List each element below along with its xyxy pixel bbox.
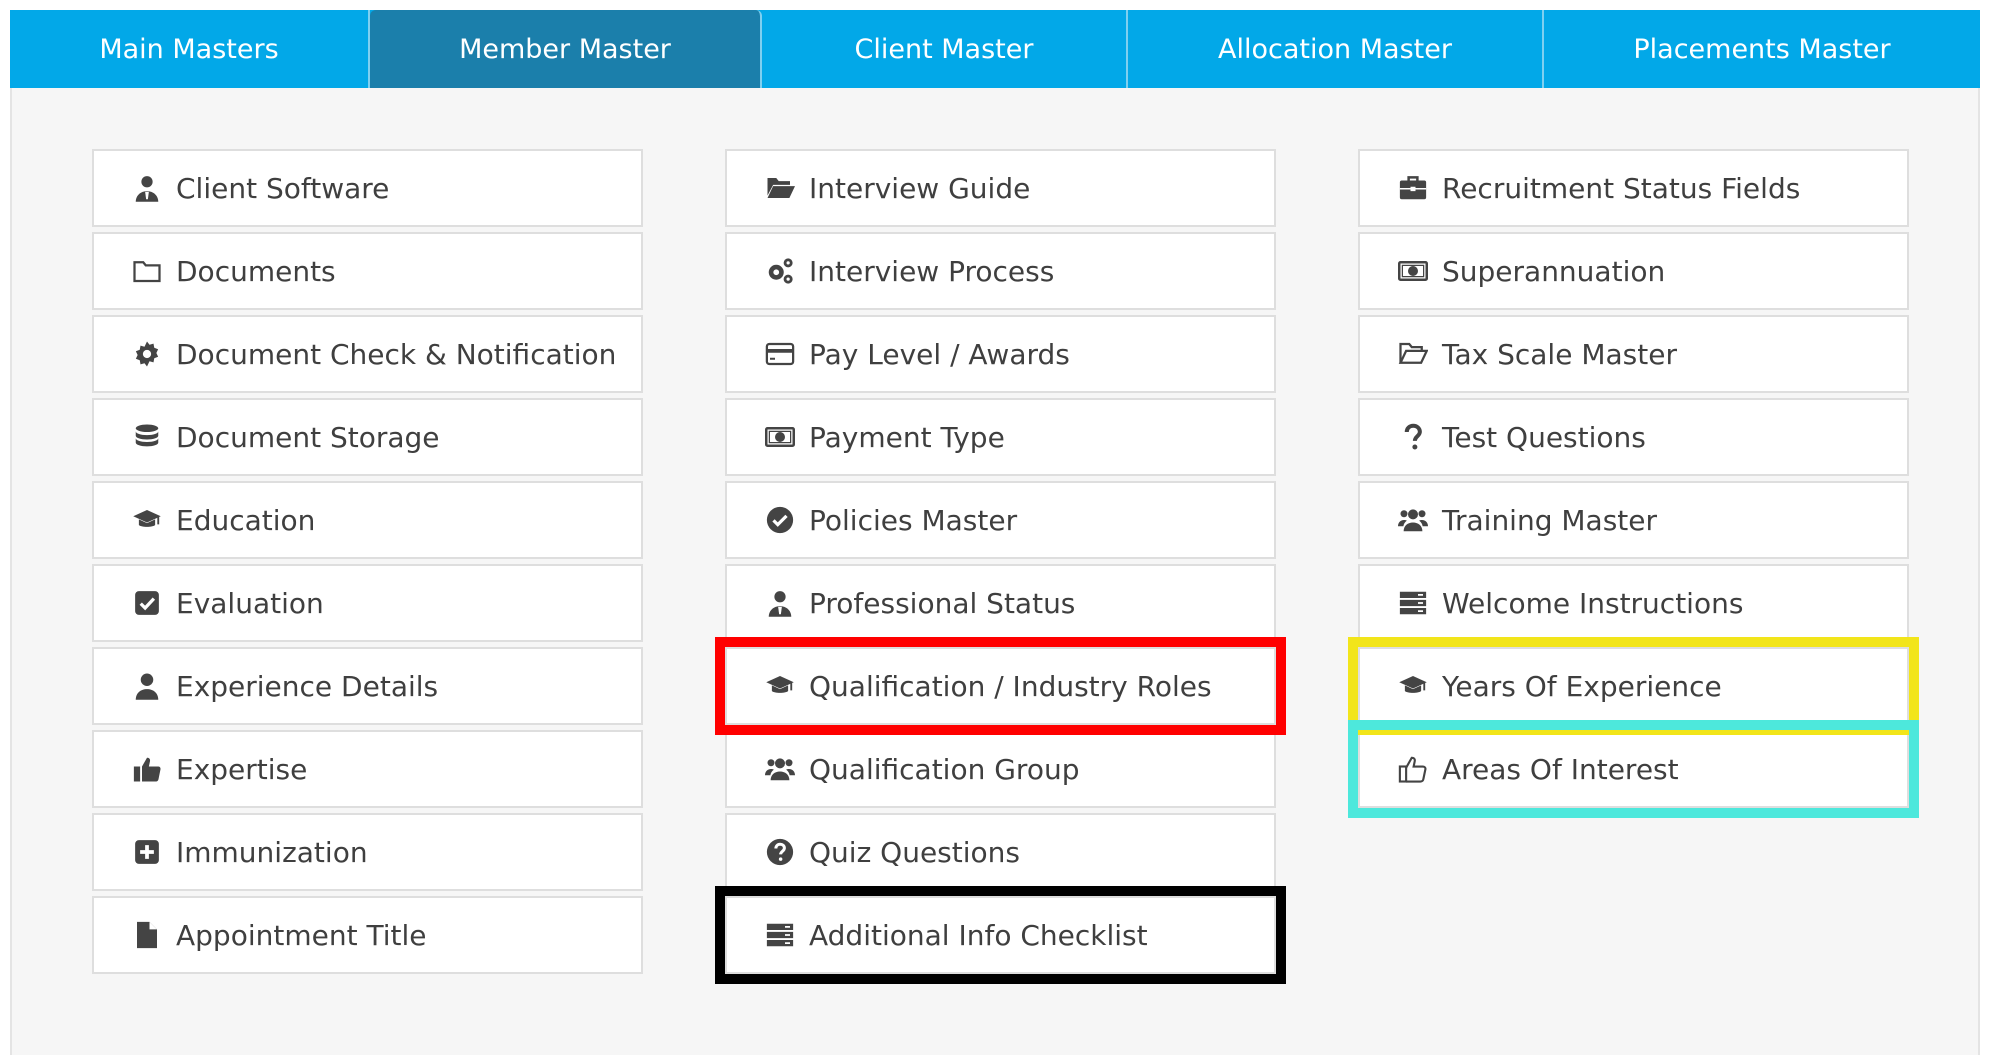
- server-icon: [1398, 588, 1428, 618]
- file-icon: [132, 920, 162, 950]
- menu-item-policies-master[interactable]: Policies Master: [725, 481, 1276, 559]
- menu-item-label: Policies Master: [809, 503, 1018, 537]
- menu-item-qualification-industry-roles[interactable]: Qualification / Industry Roles: [725, 647, 1276, 725]
- menu-item-qualification-group[interactable]: Qualification Group: [725, 730, 1276, 808]
- member-master-panel: Client Software Documents Document Check &…: [10, 88, 1980, 1055]
- menu-item-label: Test Questions: [1442, 420, 1646, 454]
- menu-item-label: Document Storage: [176, 420, 440, 454]
- menu-item-pay-level-awards[interactable]: Pay Level / Awards: [725, 315, 1276, 393]
- menu-item-label: Expertise: [176, 752, 308, 786]
- check-circle-icon: [765, 505, 795, 535]
- menu-item-education[interactable]: Education: [92, 481, 643, 559]
- master-tab-bar: Main Masters Member Master Client Master…: [10, 10, 1980, 88]
- graduation-cap-icon: [765, 671, 795, 701]
- menu-item-document-check-notification[interactable]: Document Check & Notification: [92, 315, 643, 393]
- menu-item-client-software[interactable]: Client Software: [92, 149, 643, 227]
- menu-item-label: Years Of Experience: [1442, 669, 1722, 703]
- menu-item-expertise[interactable]: Expertise: [92, 730, 643, 808]
- folder-open-icon: [765, 173, 795, 203]
- question-icon: [1398, 422, 1428, 452]
- thumbs-up-outline-icon: [1398, 754, 1428, 784]
- thumbs-up-icon: [132, 754, 162, 784]
- menu-item-label: Recruitment Status Fields: [1442, 171, 1801, 205]
- users-icon: [1398, 505, 1428, 535]
- menu-item-years-of-experience[interactable]: Years Of Experience: [1358, 647, 1909, 725]
- menu-item-test-questions[interactable]: Test Questions: [1358, 398, 1909, 476]
- menu-item-label: Interview Process: [809, 254, 1055, 288]
- menu-item-payment-type[interactable]: Payment Type: [725, 398, 1276, 476]
- menu-item-label: Welcome Instructions: [1442, 586, 1744, 620]
- menu-item-label: Interview Guide: [809, 171, 1031, 205]
- menu-item-evaluation[interactable]: Evaluation: [92, 564, 643, 642]
- menu-item-label: Qualification Group: [809, 752, 1080, 786]
- user-tie-icon: [132, 173, 162, 203]
- money-icon: [1398, 256, 1428, 286]
- menu-item-label: Documents: [176, 254, 336, 288]
- tab-member-master[interactable]: Member Master: [370, 10, 762, 88]
- menu-item-label: Payment Type: [809, 420, 1005, 454]
- plus-square-icon: [132, 837, 162, 867]
- menu-item-label: Experience Details: [176, 669, 439, 703]
- gear-icon: [132, 339, 162, 369]
- menu-item-label: Tax Scale Master: [1442, 337, 1677, 371]
- folder-icon: [132, 256, 162, 286]
- money-icon: [765, 422, 795, 452]
- menu-item-tax-scale-master[interactable]: Tax Scale Master: [1358, 315, 1909, 393]
- user-icon: [132, 671, 162, 701]
- menu-item-label: Superannuation: [1442, 254, 1666, 288]
- graduation-cap-icon: [1398, 671, 1428, 701]
- tab-main-masters[interactable]: Main Masters: [10, 10, 370, 88]
- server-icon: [765, 920, 795, 950]
- menu-item-experience-details[interactable]: Experience Details: [92, 647, 643, 725]
- user-tie-icon: [765, 588, 795, 618]
- gears-icon: [765, 256, 795, 286]
- menu-item-recruitment-status-fields[interactable]: Recruitment Status Fields: [1358, 149, 1909, 227]
- checkbox-icon: [132, 588, 162, 618]
- menu-item-label: Immunization: [176, 835, 368, 869]
- menu-item-label: Training Master: [1442, 503, 1658, 537]
- menu-item-label: Client Software: [176, 171, 390, 205]
- menu-item-label: Document Check & Notification: [176, 337, 617, 371]
- menu-item-interview-guide[interactable]: Interview Guide: [725, 149, 1276, 227]
- menu-item-additional-info-checklist[interactable]: Additional Info Checklist: [725, 896, 1276, 974]
- menu-item-label: Areas Of Interest: [1442, 752, 1679, 786]
- menu-item-label: Quiz Questions: [809, 835, 1020, 869]
- menu-item-documents[interactable]: Documents: [92, 232, 643, 310]
- tab-client-master[interactable]: Client Master: [762, 10, 1128, 88]
- menu-item-label: Appointment Title: [176, 918, 427, 952]
- menu-item-label: Additional Info Checklist: [809, 918, 1148, 952]
- menu-item-document-storage[interactable]: Document Storage: [92, 398, 643, 476]
- menu-item-areas-of-interest[interactable]: Areas Of Interest: [1358, 730, 1909, 808]
- database-icon: [132, 422, 162, 452]
- menu-item-superannuation[interactable]: Superannuation: [1358, 232, 1909, 310]
- folder-open-outline-icon: [1398, 339, 1428, 369]
- users-icon: [765, 754, 795, 784]
- menu-item-label: Education: [176, 503, 316, 537]
- menu-item-appointment-title[interactable]: Appointment Title: [92, 896, 643, 974]
- menu-item-quiz-questions[interactable]: Quiz Questions: [725, 813, 1276, 891]
- graduation-cap-icon: [132, 505, 162, 535]
- menu-item-label: Professional Status: [809, 586, 1076, 620]
- menu-item-training-master[interactable]: Training Master: [1358, 481, 1909, 559]
- tab-placements-master[interactable]: Placements Master: [1544, 10, 1980, 88]
- menu-item-interview-process[interactable]: Interview Process: [725, 232, 1276, 310]
- question-circle-icon: [765, 837, 795, 867]
- menu-item-professional-status[interactable]: Professional Status: [725, 564, 1276, 642]
- menu-item-label: Evaluation: [176, 586, 324, 620]
- menu-item-label: Qualification / Industry Roles: [809, 669, 1212, 703]
- briefcase-icon: [1398, 173, 1428, 203]
- tab-allocation-master[interactable]: Allocation Master: [1128, 10, 1544, 88]
- menu-item-label: Pay Level / Awards: [809, 337, 1070, 371]
- menu-item-welcome-instructions[interactable]: Welcome Instructions: [1358, 564, 1909, 642]
- menu-item-immunization[interactable]: Immunization: [92, 813, 643, 891]
- credit-card-icon: [765, 339, 795, 369]
